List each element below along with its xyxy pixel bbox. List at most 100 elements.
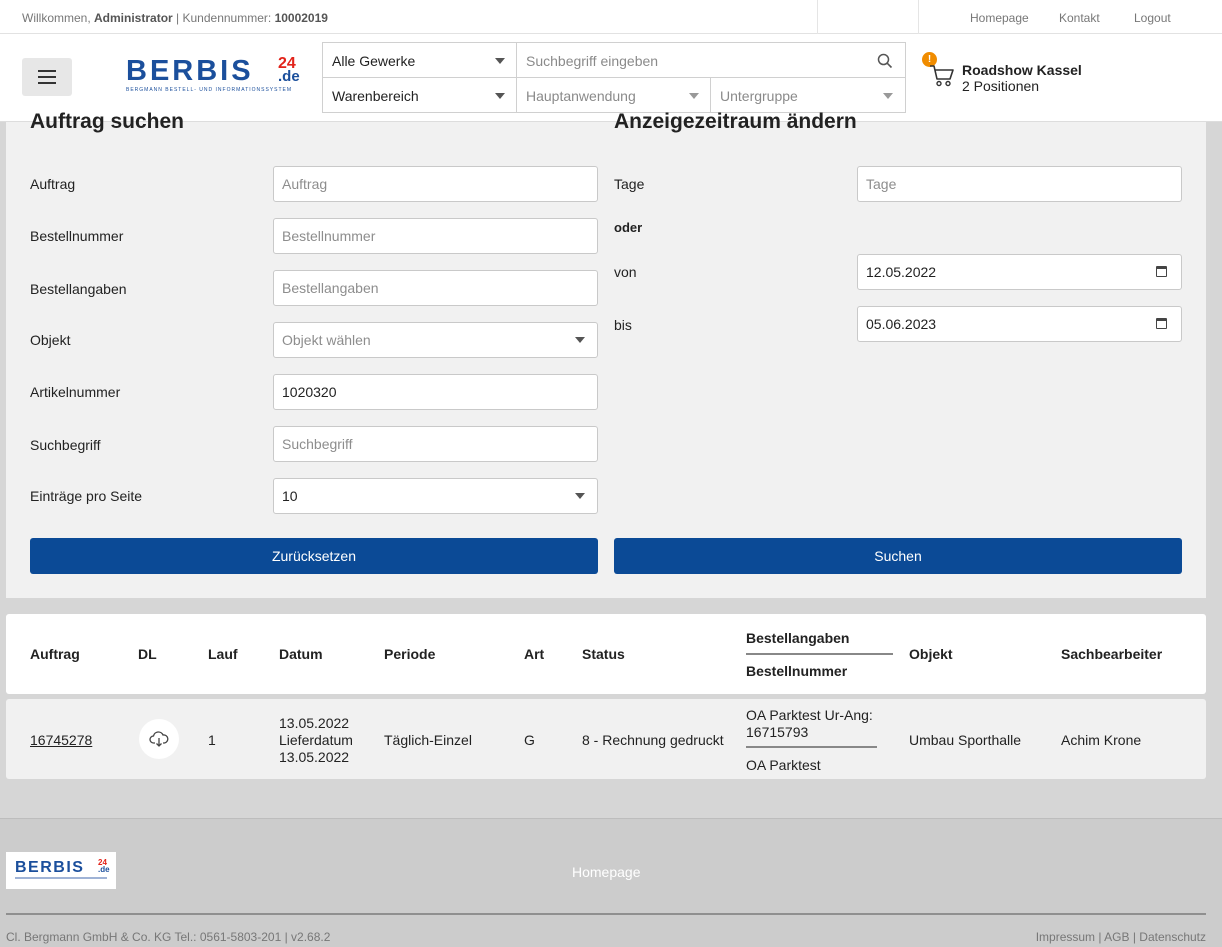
eintraege-select[interactable]: 10 [273,478,598,514]
cart-title: Roadshow Kassel [962,62,1082,78]
col-periode[interactable]: Periode [384,646,435,662]
search-divider [516,43,517,112]
tage-input[interactable]: Tage [857,166,1182,202]
category-select-value: Warenbereich [332,87,419,104]
footer: BERBIS 24 .de Homepage Cl. Bergmann GmbH… [0,818,1222,947]
col-auftrag[interactable]: Auftrag [30,646,80,662]
auftrag-placeholder: Auftrag [282,176,328,192]
subgroup-select[interactable]: Untergruppe [711,78,905,113]
berbis-logo[interactable]: BERBIS 24 .de BERGMANN BESTELL- UND INFO… [126,56,306,98]
footer-logo-tagline [15,877,107,879]
col-bestellangaben[interactable]: Bestellangaben [746,630,849,646]
footer-divider [6,913,1206,915]
objekt-label: Objekt [30,332,71,348]
row-lieferdatum-label: Lieferdatum [279,732,353,748]
reset-button[interactable]: Zurücksetzen [30,538,598,574]
artikelnummer-label: Artikelnummer [30,384,121,400]
hamburger-icon [38,82,56,84]
search-icon[interactable] [877,53,893,69]
chevron-down-icon [575,493,585,499]
col-lauf[interactable]: Lauf [208,646,238,662]
hamburger-icon [38,76,56,78]
topbar-link-logout[interactable]: Logout [1134,11,1171,25]
col-art[interactable]: Art [524,646,544,662]
chevron-down-icon [575,337,585,343]
header: BERBIS 24 .de BERGMANN BESTELL- UND INFO… [0,34,1222,122]
von-label: von [614,264,637,280]
chevron-down-icon [689,93,699,99]
von-date-input[interactable]: 12.05.2022 [857,254,1182,290]
col-sachbearbeiter[interactable]: Sachbearbeiter [1061,646,1162,662]
auftrag-label: Auftrag [30,176,76,192]
col-bestellnummer[interactable]: Bestellnummer [746,663,847,679]
logo-tagline: BERGMANN BESTELL- UND INFORMATIONSSYSTEM [126,87,293,93]
search-button[interactable]: Suchen [614,538,1182,574]
bis-date-input[interactable]: 05.06.2023 [857,306,1182,342]
chevron-down-icon [495,93,505,99]
row-status: 8 - Rechnung gedruckt [582,732,724,748]
trade-select-value: Alle Gewerke [332,52,416,69]
menu-button[interactable] [22,58,72,96]
orders-table-header: Auftrag DL Lauf Datum Periode Art Status… [6,614,1206,694]
topbar-link-homepage[interactable]: Homepage [970,11,1029,25]
topbar-link-kontakt[interactable]: Kontakt [1059,11,1100,25]
col-objekt[interactable]: Objekt [909,646,953,662]
search-divider [710,78,711,112]
period-title: Anzeigezeitraum ändern [614,110,857,133]
application-select[interactable]: Hauptanwendung [517,78,711,113]
footer-legal-links[interactable]: Impressum | AGB | Datenschutz [1036,930,1206,944]
topbar-divider [817,0,818,34]
eintraege-label: Einträge pro Seite [30,488,143,504]
col-status[interactable]: Status [582,646,625,662]
logo-word: BERBIS [126,55,254,87]
bestellangaben-label: Bestellangaben [30,281,127,297]
user-name: Administrator [94,11,173,25]
subgroup-select-value: Untergruppe [720,87,798,104]
product-search-box: Alle Gewerke Suchbegriff eingeben Warenb… [322,42,906,113]
col-datum[interactable]: Datum [279,646,323,662]
row-objekt: Umbau Sporthalle [909,732,1022,748]
suchbegriff-label: Suchbegriff [30,437,101,453]
tage-placeholder: Tage [866,176,897,192]
search-input[interactable]: Suchbegriff eingeben [517,43,905,78]
bestellangaben-placeholder: Bestellangaben [282,280,379,296]
eintraege-value: 10 [282,488,298,504]
row-periode: Täglich-Einzel [384,732,472,748]
tage-label: Tage [614,176,645,192]
search-divider [323,77,905,78]
cart-positions: 2 Positionen [962,78,1040,94]
download-button[interactable] [139,719,179,759]
cart[interactable]: ! Roadshow Kassel 2 Positionen [922,52,1128,102]
objekt-placeholder: Objekt wählen [282,332,371,348]
row-bestellangaben-line2: 16715793 [746,724,809,740]
row-sachbearbeiter: Achim Krone [1061,732,1142,748]
artikelnummer-value: 1020320 [282,384,337,400]
order-number-link[interactable]: 16745278 [30,732,92,749]
category-select[interactable]: Warenbereich [323,78,517,113]
footer-logo-tld: .de [98,865,110,874]
footer-logo[interactable]: BERBIS 24 .de [6,852,116,889]
von-date-value: 12.05.2022 [866,264,937,280]
artikelnummer-input[interactable]: 1020320 [273,374,598,410]
oder-label: oder [614,220,643,235]
auftrag-input[interactable]: Auftrag [273,166,598,202]
bis-label: bis [614,317,632,333]
row-datum: 13.05.2022 [279,715,350,731]
customer-label: | Kundennummer: [176,11,272,25]
application-select-value: Hauptanwendung [526,87,636,104]
suchbegriff-placeholder: Suchbegriff [282,436,353,452]
row-lauf: 1 [208,732,216,748]
welcome-text: Willkommen, Administrator | Kundennummer… [22,11,328,25]
bestellnummer-input[interactable]: Bestellnummer [273,218,598,254]
calendar-icon[interactable] [1156,266,1167,277]
objekt-select[interactable]: Objekt wählen [273,322,598,358]
top-bar: Willkommen, Administrator | Kundennummer… [0,0,1222,34]
row-divider [746,746,877,748]
search-placeholder: Suchbegriff eingeben [526,52,659,69]
footer-link-homepage[interactable]: Homepage [572,864,641,880]
trade-select[interactable]: Alle Gewerke [323,43,517,78]
bestellangaben-input[interactable]: Bestellangaben [273,270,598,306]
table-row: 16745278 1 13.05.2022 Lieferdatum 13.05.… [6,699,1206,779]
calendar-icon[interactable] [1156,318,1167,329]
suchbegriff-input[interactable]: Suchbegriff [273,426,598,462]
